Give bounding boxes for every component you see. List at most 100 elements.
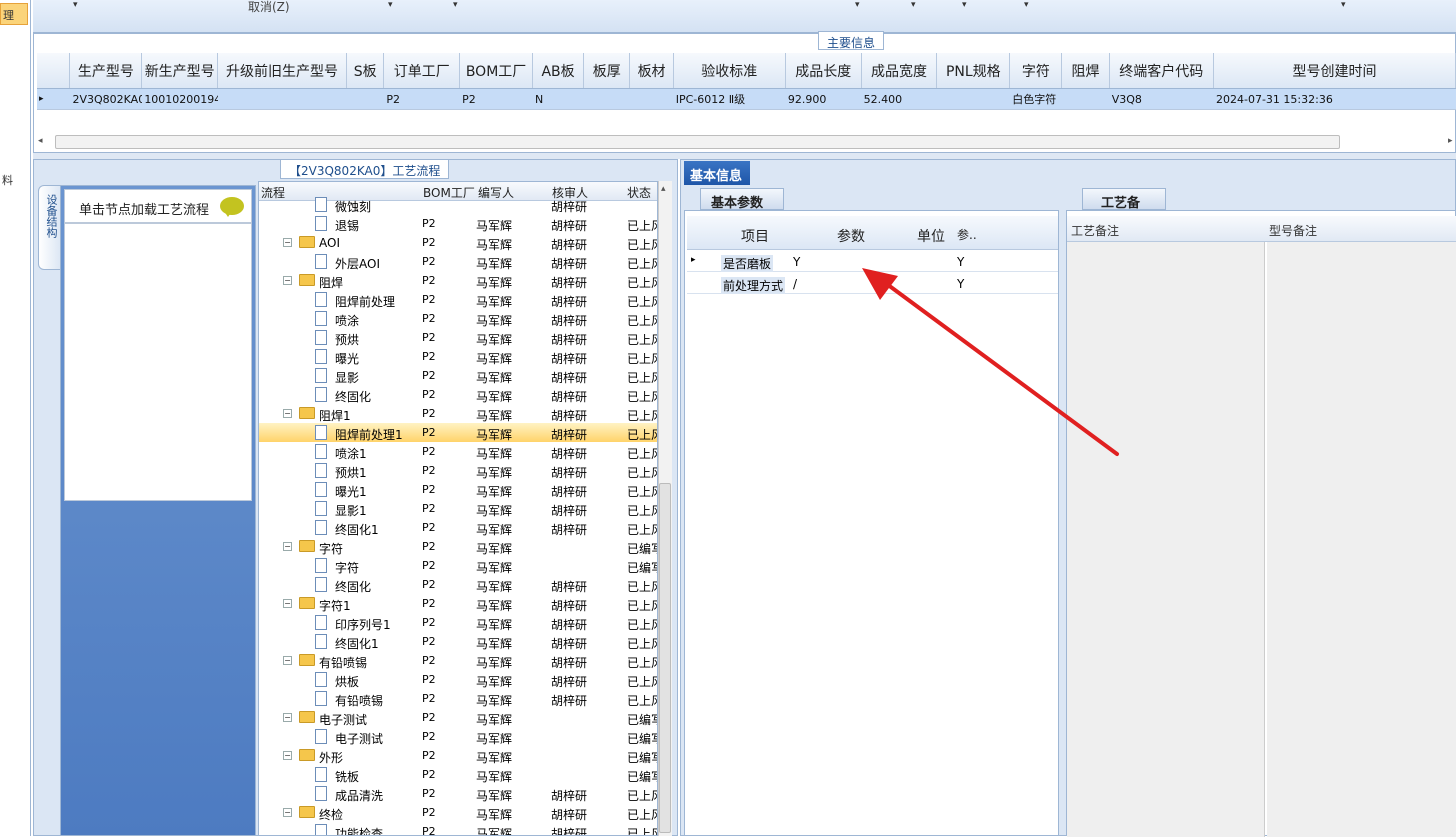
chevron-down-icon[interactable]: ▾ [1024,0,1029,10]
collapse-icon[interactable]: − [283,542,292,551]
tree-row[interactable]: 阻焊前处理1 P2 马军辉 胡梓研 已上风 [259,423,657,442]
main-col-header[interactable]: 成品宽度 [862,53,938,88]
chevron-down-icon[interactable]: ▾ [911,0,916,10]
main-col-header[interactable]: 新生产型号 [142,53,219,88]
main-col-header[interactable]: PNL规格 [937,53,1011,88]
main-col-header[interactable]: 终端客户代码 [1110,53,1214,88]
main-cell[interactable] [1062,89,1109,109]
tree-scroll-thumb[interactable] [659,483,671,833]
chevron-down-icon[interactable]: ▾ [453,0,458,10]
tree-row[interactable]: 烘板 P2 马军辉 胡梓研 已上风 [259,670,657,689]
chevron-down-icon[interactable]: ▾ [962,0,967,10]
cancel-button[interactable]: 取消(Z) [248,0,290,15]
collapse-icon[interactable]: − [283,599,292,608]
main-cell[interactable]: N [533,89,584,109]
main-cell[interactable]: IPC-6012 Ⅱ级 [674,89,786,109]
main-cell[interactable]: P2 [384,89,460,109]
main-col-header[interactable]: AB板 [533,53,585,88]
tree-row[interactable]: 功能检查 P2 马军辉 胡梓研 已上风 [259,822,657,835]
main-cell[interactable]: 2V3Q802KA0 [70,89,142,109]
main-cell[interactable]: P2 [460,89,533,109]
scroll-up-icon[interactable]: ▴ [661,184,666,194]
tree-row[interactable]: 终固化 P2 马军辉 胡梓研 已上风 [259,575,657,594]
tree-row[interactable]: 字符 P2 马军辉 已编写 [259,556,657,575]
tree-row[interactable]: − 电子测试 P2 马军辉 已编写 [259,708,657,727]
col-model-note[interactable]: 型号备注 [1269,222,1317,239]
tree-row[interactable]: 显影1 P2 马军辉 胡梓研 已上风 [259,499,657,518]
tab-basic-info[interactable]: 基本信息 [684,161,750,185]
chevron-down-icon[interactable]: ▾ [1341,0,1346,10]
main-cell[interactable]: 10010200194419 [142,89,218,109]
tree-row[interactable]: 显影 P2 马军辉 胡梓研 已上风 [259,366,657,385]
scroll-left-icon[interactable]: ◂ [38,136,43,146]
tree-row[interactable]: 预烘1 P2 马军辉 胡梓研 已上风 [259,461,657,480]
tree-row[interactable]: 退锡 P2 马军辉 胡梓研 已上风 [259,214,657,233]
collapse-icon[interactable]: − [283,409,292,418]
param-cell-item[interactable]: 前处理方式 [721,277,786,294]
tree-row[interactable]: 电子测试 P2 马军辉 已编写 [259,727,657,746]
tree-row[interactable]: − 有铅喷锡 P2 马军辉 胡梓研 已上风 [259,651,657,670]
tree-row[interactable]: 曝光 P2 马军辉 胡梓研 已上风 [259,347,657,366]
main-col-header[interactable]: 型号创建时间 [1214,53,1456,88]
tab-process-notes[interactable]: 工艺备注 [1082,188,1166,230]
main-cell[interactable]: 52.400 [862,89,938,109]
main-col-header[interactable]: 阻焊 [1062,53,1110,88]
tree-row[interactable]: 铣板 P2 马军辉 已编写 [259,765,657,784]
tree-row[interactable]: 终固化1 P2 马军辉 胡梓研 已上风 [259,518,657,537]
tree-row[interactable]: 终固化1 P2 马军辉 胡梓研 已上风 [259,632,657,651]
horizontal-scrollbar[interactable] [55,135,1340,149]
tree-row[interactable]: 曝光1 P2 马军辉 胡梓研 已上风 [259,480,657,499]
col-flag[interactable]: 参.. [957,226,977,243]
tree-row[interactable]: 预烘 P2 马军辉 胡梓研 已上风 [259,328,657,347]
tree-row[interactable]: 阻焊前处理 P2 马军辉 胡梓研 已上风 [259,290,657,309]
collapse-icon[interactable]: − [283,276,292,285]
tree-row[interactable]: 有铅喷锡 P2 马军辉 胡梓研 已上风 [259,689,657,708]
main-col-header[interactable]: 字符 [1010,53,1063,88]
tree-row[interactable]: 微蚀刻 胡梓研 [259,195,657,214]
tree-row[interactable]: − 外形 P2 马军辉 已编写 [259,746,657,765]
main-cell[interactable]: 2024-07-31 15:32:36 [1214,89,1456,109]
main-col-header[interactable]: 板材 [630,53,674,88]
col-item[interactable]: 项目 [741,226,769,246]
main-col-header[interactable]: 升级前旧生产型号 [218,53,347,88]
main-cell[interactable]: V3Q8 [1110,89,1214,109]
model-note-field[interactable] [1267,242,1456,837]
chevron-down-icon[interactable]: ▾ [73,0,78,10]
chevron-down-icon[interactable]: ▾ [855,0,860,10]
main-col-header[interactable]: BOM工厂 [460,53,533,88]
collapse-icon[interactable]: − [283,238,292,247]
main-cell[interactable] [630,89,673,109]
tree-row[interactable]: 印序列号1 P2 马军辉 胡梓研 已上风 [259,613,657,632]
tree-row[interactable]: − 阻焊 P2 马军辉 胡梓研 已上风 [259,271,657,290]
col-unit[interactable]: 单位 [917,226,945,246]
tree-row[interactable]: 喷涂 P2 马军辉 胡梓研 已上风 [259,309,657,328]
tree-row[interactable]: − 字符 P2 马军辉 已编写 [259,537,657,556]
tree-row[interactable]: − 字符1 P2 马军辉 胡梓研 已上风 [259,594,657,613]
main-cell[interactable] [584,89,630,109]
param-cell-item[interactable]: 是否磨板 [721,255,774,272]
collapse-icon[interactable]: − [283,808,292,817]
col-param[interactable]: 参数 [837,226,865,246]
tree-row[interactable]: − 终检 P2 马军辉 胡梓研 已上风 [259,803,657,822]
tab-basic-params[interactable]: 基本参数 [700,188,784,211]
tree-row[interactable]: − 阻焊1 P2 马军辉 胡梓研 已上风 [259,404,657,423]
collapse-icon[interactable]: − [283,751,292,760]
main-col-header[interactable]: 板厚 [584,53,631,88]
main-cell[interactable]: 白色字符 [1010,89,1062,109]
tree-row[interactable]: − AOI P2 马军辉 胡梓研 已上风 [259,233,657,252]
main-cell[interactable] [347,89,384,109]
tree-row[interactable]: 终固化 P2 马军辉 胡梓研 已上风 [259,385,657,404]
chevron-down-icon[interactable]: ▾ [388,0,393,10]
main-cell[interactable] [937,89,1010,109]
main-cell[interactable] [218,89,347,109]
left-nav-selected-item[interactable]: 理 [0,3,28,25]
tree-row[interactable]: 成品清洗 P2 马军辉 胡梓研 已上风 [259,784,657,803]
main-col-header[interactable]: 订单工厂 [384,53,461,88]
main-col-header[interactable]: 成品长度 [786,53,862,88]
collapse-icon[interactable]: − [283,713,292,722]
main-info-row[interactable]: ▸2V3Q802KA010010200194419P2P2NIPC-6012 Ⅱ… [37,89,1456,110]
scroll-right-icon[interactable]: ▸ [1448,136,1453,146]
main-col-header[interactable]: S板 [347,53,385,88]
tree-row[interactable]: 喷涂1 P2 马军辉 胡梓研 已上风 [259,442,657,461]
main-col-header[interactable]: 验收标准 [674,53,786,88]
